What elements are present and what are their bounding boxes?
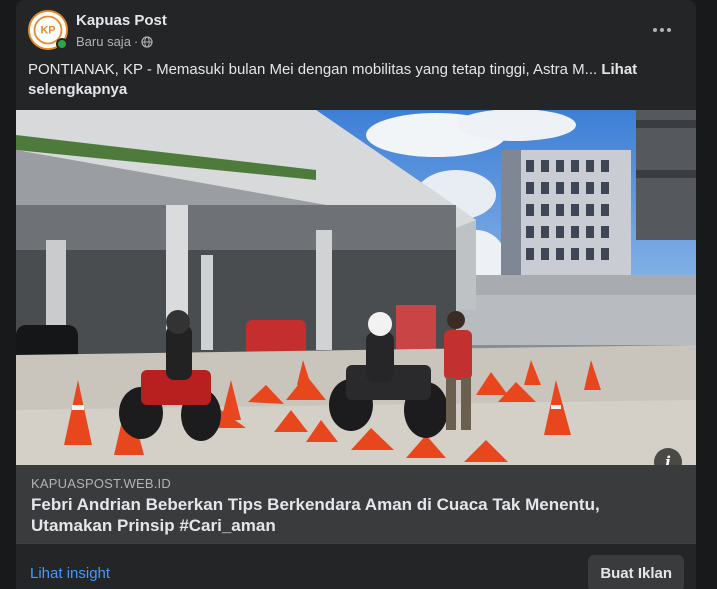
- meta-separator: ·: [133, 34, 139, 49]
- post-message-text: PONTIANAK, KP - Memasuki bulan Mei denga…: [28, 61, 598, 78]
- link-preview-image[interactable]: i: [16, 110, 696, 465]
- post-meta: Baru saja ·: [76, 34, 153, 49]
- svg-text:KP: KP: [41, 25, 56, 37]
- link-domain: KAPUASPOST.WEB.ID: [31, 476, 171, 491]
- post-timestamp[interactable]: Baru saja: [76, 34, 131, 49]
- more-options-button[interactable]: [646, 14, 678, 46]
- divider: [16, 543, 696, 544]
- page-name-link[interactable]: Kapuas Post: [76, 12, 167, 29]
- more-dot-icon: [653, 28, 657, 32]
- view-insights-link[interactable]: Lihat insight: [30, 565, 110, 582]
- globe-icon[interactable]: [141, 35, 153, 48]
- link-preview-meta[interactable]: KAPUASPOST.WEB.ID Febri Andrian Beberkan…: [16, 465, 696, 543]
- post-message: PONTIANAK, KP - Memasuki bulan Mei denga…: [28, 60, 678, 100]
- post-header: KP Kapuas Post Baru saja ·: [28, 10, 684, 52]
- create-ad-button[interactable]: Buat Iklan: [588, 555, 684, 589]
- link-title[interactable]: Febri Andrian Beberkan Tips Berkendara A…: [31, 494, 681, 536]
- motorcycle-training-photo: [16, 110, 696, 465]
- more-dot-icon: [660, 28, 664, 32]
- online-status-dot: [56, 38, 68, 50]
- post-card: KP Kapuas Post Baru saja · PONTIANAK, KP…: [16, 0, 696, 589]
- more-dot-icon: [667, 28, 671, 32]
